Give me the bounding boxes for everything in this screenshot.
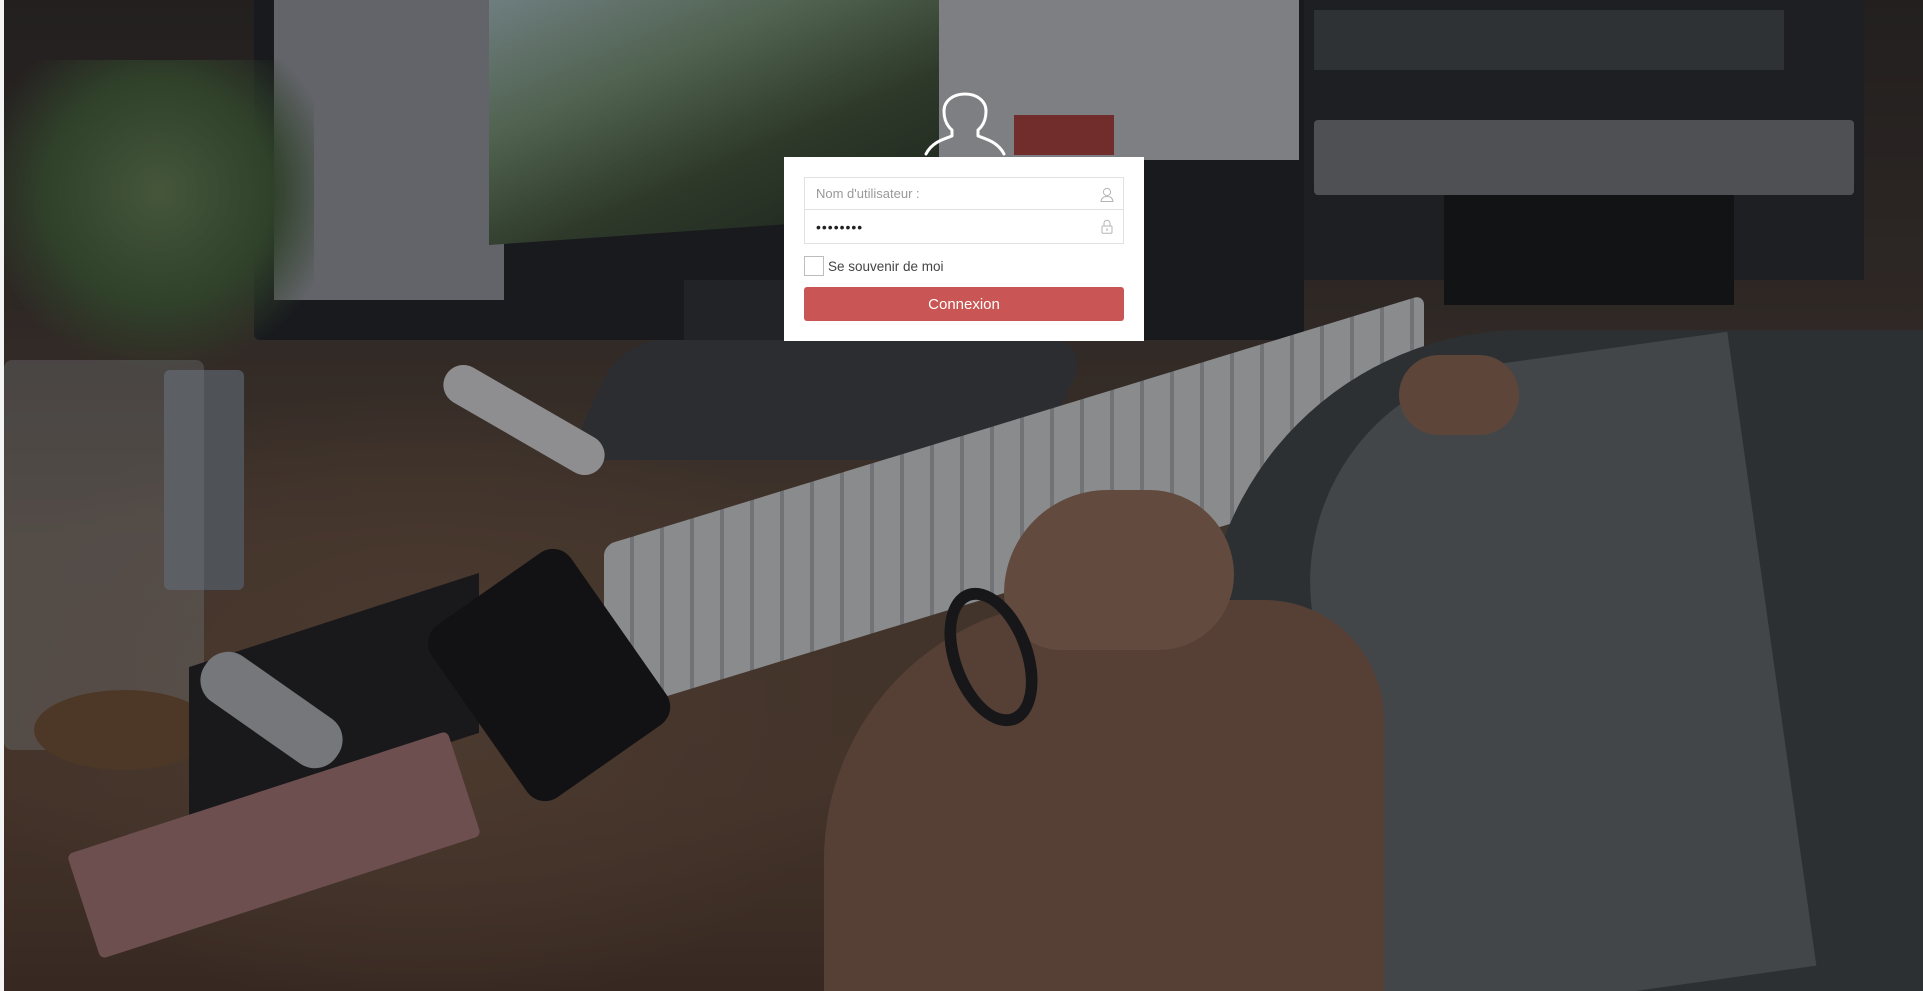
remember-me-label: Se souvenir de moi bbox=[828, 258, 944, 274]
login-card: Se souvenir de moi Connexion bbox=[784, 157, 1144, 341]
remember-me-row: Se souvenir de moi bbox=[804, 255, 1124, 277]
user-icon bbox=[1100, 187, 1114, 202]
username-field bbox=[804, 177, 1124, 210]
password-field bbox=[804, 210, 1124, 244]
password-input[interactable] bbox=[805, 210, 1123, 243]
username-input[interactable] bbox=[805, 178, 1123, 209]
login-button[interactable]: Connexion bbox=[804, 287, 1124, 321]
user-silhouette-icon bbox=[924, 92, 1006, 156]
remember-me-checkbox[interactable] bbox=[804, 256, 824, 276]
lock-icon bbox=[1101, 219, 1113, 234]
